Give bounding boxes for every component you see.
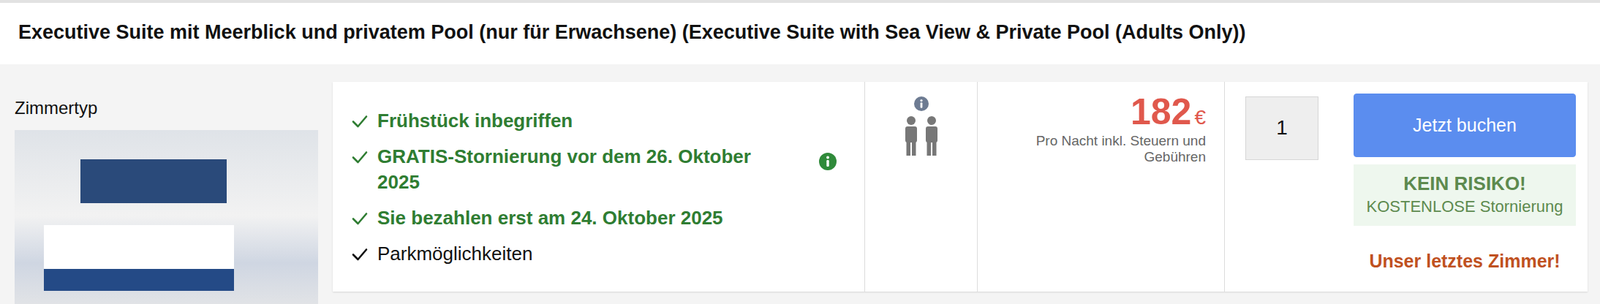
title-bar: Executive Suite mit Meerblick und privat… bbox=[0, 0, 1600, 65]
room-row: Zimmertyp Frühstück inbegriffen GRATIS-St… bbox=[0, 64, 1600, 304]
price: 182€ bbox=[992, 92, 1206, 134]
scarcity-note: Unser letztes Zimmer! bbox=[1353, 247, 1576, 276]
feature-item: Frühstück inbegriffen bbox=[351, 108, 839, 134]
info-icon[interactable] bbox=[819, 152, 837, 171]
price-currency: € bbox=[1194, 106, 1206, 129]
check-icon bbox=[351, 148, 369, 166]
price-amount: 182 bbox=[1130, 91, 1192, 133]
quantity-column: 1 bbox=[1224, 81, 1339, 292]
feature-text: GRATIS-Stornierung vor dem 26. Oktober 2… bbox=[377, 144, 795, 196]
room-title: Executive Suite mit Meerblick und privat… bbox=[18, 20, 1582, 46]
feature-info-slot bbox=[819, 108, 839, 112]
check-icon bbox=[351, 209, 369, 228]
action-column: Jetzt buchen KEIN RISIKO! KOSTENLOSE Sto… bbox=[1338, 81, 1588, 292]
quantity-select[interactable]: 1 bbox=[1245, 96, 1319, 161]
room-type-panel: Zimmertyp bbox=[14, 81, 319, 304]
check-icon bbox=[351, 245, 369, 264]
guarantee-text: KOSTENLOSE Stornierung bbox=[1357, 196, 1572, 218]
offer-card: Frühstück inbegriffen GRATIS-Stornierung … bbox=[332, 81, 1588, 292]
guarantee-box: KEIN RISIKO! KOSTENLOSE Stornierung bbox=[1353, 164, 1576, 226]
feature-text: Frühstück inbegriffen bbox=[377, 108, 573, 134]
feature-info-slot bbox=[819, 241, 839, 245]
photo-wall-art bbox=[80, 159, 227, 204]
check-icon bbox=[351, 112, 369, 131]
feature-text: Parkmöglichkeiten bbox=[377, 241, 533, 267]
feature-info-slot bbox=[819, 144, 839, 174]
two-persons-icon bbox=[899, 115, 944, 157]
price-note: Pro Nacht inkl. Steuern und Gebühren bbox=[1001, 133, 1206, 166]
feature-text: Sie bezahlen erst am 24. Oktober 2025 bbox=[377, 205, 724, 232]
guarantee-title: KEIN RISIKO! bbox=[1357, 171, 1572, 197]
feature-item: Sie bezahlen erst am 24. Oktober 2025 bbox=[351, 205, 839, 232]
info-icon[interactable] bbox=[914, 96, 929, 112]
book-button[interactable]: Jetzt buchen bbox=[1353, 93, 1576, 158]
price-column: 182€ Pro Nacht inkl. Steuern und Gebühre… bbox=[977, 81, 1225, 292]
feature-info-slot bbox=[819, 205, 839, 210]
feature-list: Frühstück inbegriffen GRATIS-Stornierung … bbox=[332, 81, 866, 292]
feature-item: GRATIS-Stornierung vor dem 26. Oktober 2… bbox=[351, 144, 839, 196]
occupancy-column bbox=[865, 81, 978, 292]
room-photo[interactable] bbox=[14, 130, 319, 304]
room-type-label: Zimmertyp bbox=[14, 95, 319, 122]
photo-bed bbox=[43, 225, 235, 292]
feature-item: Parkmöglichkeiten bbox=[351, 241, 839, 267]
